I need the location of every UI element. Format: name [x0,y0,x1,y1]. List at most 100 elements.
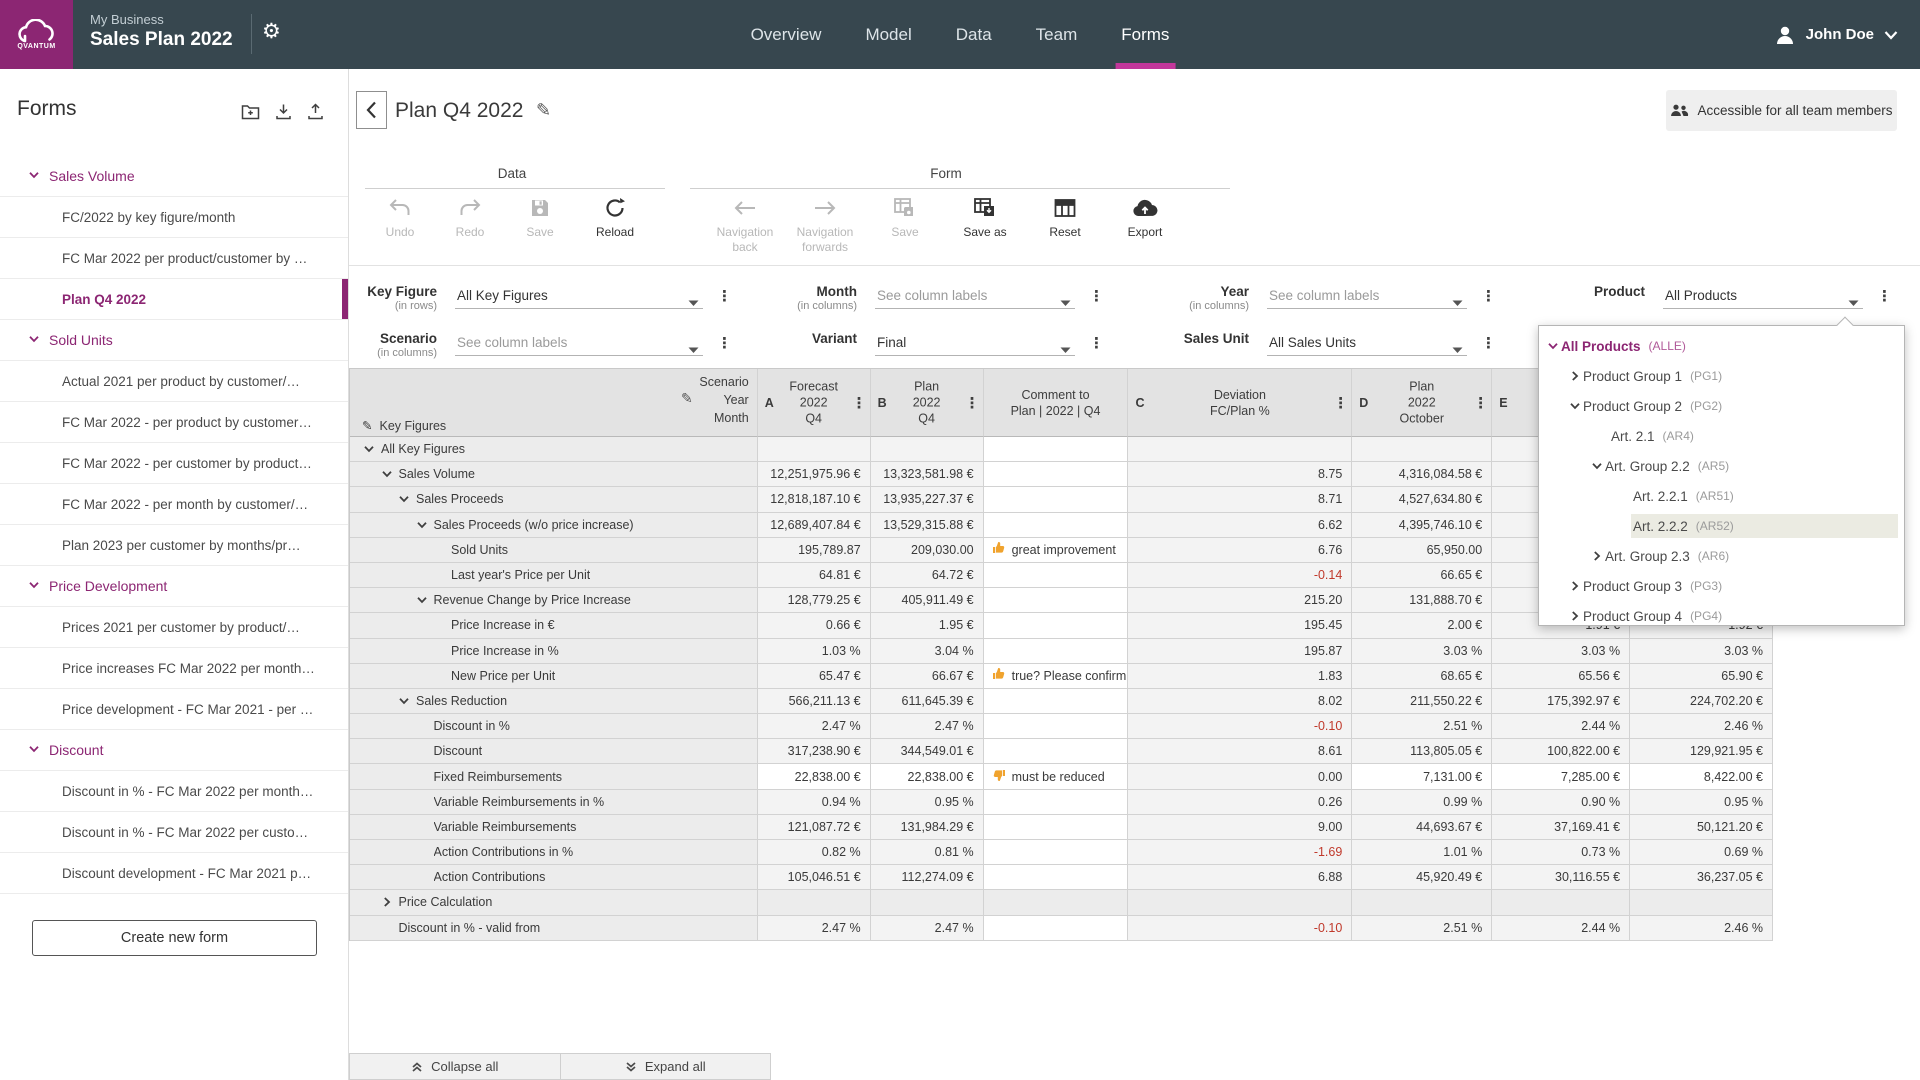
tab-forms[interactable]: Forms [1121,0,1169,69]
cell-comment[interactable] [984,815,1129,840]
product-tree-item-product-group-1[interactable]: Product Group 1(PG1) [1539,361,1904,391]
qvantum-logo[interactable]: QVANTUM [0,0,73,69]
row-header[interactable]: Sales Reduction [350,689,758,714]
row-header[interactable]: Price Increase in € [350,613,758,638]
edit-columns-pencil-icon[interactable]: ✎ [681,391,693,407]
sidebar-item-plan-q4-2022[interactable]: Plan Q4 2022 [0,279,348,320]
sidebar-item-fc-mar-2022-per-product-customer-by-[interactable]: FC Mar 2022 per product/customer by … [0,238,348,279]
row-header[interactable]: Revenue Change by Price Increase [350,588,758,613]
sidebar-group-price-development[interactable]: Price Development [0,566,348,607]
save-as-button[interactable]: Save as [947,195,1023,240]
filter-select-variant[interactable]: Final [875,330,1075,356]
product-tree-item-all-products[interactable]: All Products(ALLE) [1539,331,1904,361]
filter-select-month[interactable]: See column labels [875,283,1075,309]
cell-comment[interactable] [984,462,1129,487]
product-tree-item-art-group-2-3[interactable]: Art. Group 2.3(AR6) [1539,541,1904,571]
edit-rows-pencil-icon[interactable]: ✎ [362,418,372,433]
row-header[interactable]: All Key Figures [350,437,758,462]
row-header[interactable]: Action Contributions [350,865,758,890]
cell-comment[interactable] [984,790,1129,815]
product-tree-item-product-group-4[interactable]: Product Group 4(PG4) [1539,601,1904,631]
row-header[interactable]: Price Increase in % [350,639,758,664]
row-header[interactable]: Action Contributions in % [350,840,758,865]
tree-chevron-right-icon[interactable] [1569,580,1581,592]
column-header-A[interactable]: AForecast2022Q4⋮ [758,369,871,437]
row-header[interactable]: Variable Reimbursements [350,815,758,840]
tab-data[interactable]: Data [956,0,992,69]
tree-chevron-right-icon[interactable] [1569,610,1581,622]
row-chevron-down-icon[interactable] [363,443,375,455]
row-header[interactable]: Discount [350,739,758,764]
collapse-all-button[interactable]: Collapse all [349,1053,561,1080]
cell-comment[interactable] [984,613,1129,638]
product-tree-item-product-group-2[interactable]: Product Group 2(PG2) [1539,391,1904,421]
cell-comment[interactable] [984,739,1129,764]
cell-plan-november[interactable]: 7,285.00 € [1492,764,1630,789]
sidebar-item-fc-mar-2022-per-product-by-customer-[interactable]: FC Mar 2022 - per product by customer… [0,402,348,443]
tab-overview[interactable]: Overview [751,0,822,69]
column-kebab-icon[interactable]: ⋮ [1333,394,1348,412]
cell-comment[interactable] [984,865,1129,890]
sidebar-group-sold-units[interactable]: Sold Units [0,320,348,361]
filter-kebab-icon-year[interactable]: ⋮ [1481,287,1496,305]
product-tree-item-product-group-3[interactable]: Product Group 3(PG3) [1539,571,1904,601]
expand-all-button[interactable]: Expand all [561,1053,772,1080]
sidebar-item-actual-2021-per-product-by-customer-[interactable]: Actual 2021 per product by customer/… [0,361,348,402]
sidebar-item-discount-in-fc-mar-2022-per-custo-[interactable]: Discount in % - FC Mar 2022 per custo… [0,812,348,853]
settings-gear-icon[interactable]: ⚙ [262,21,281,42]
row-header[interactable]: Last year's Price per Unit [350,563,758,588]
cell-comment[interactable] [984,714,1129,739]
filter-kebab-icon-product[interactable]: ⋮ [1877,287,1892,305]
row-header[interactable]: Sales Volume [350,462,758,487]
sidebar-group-sales-volume[interactable]: Sales Volume [0,156,348,197]
filter-kebab-icon-variant[interactable]: ⋮ [1089,334,1104,352]
share-access-button[interactable]: Accessible for all team members [1666,90,1897,131]
filter-select-sales-unit[interactable]: All Sales Units [1267,330,1467,356]
user-menu[interactable]: John Doe [1774,0,1898,69]
column-header-D[interactable]: DPlan2022October⋮ [1352,369,1492,437]
tree-chevron-down-icon[interactable] [1547,340,1559,352]
filter-kebab-icon-month[interactable]: ⋮ [1089,287,1104,305]
product-tree-item-art-2-2-1[interactable]: Art. 2.2.1(AR51) [1539,481,1904,511]
row-chevron-down-icon[interactable] [416,594,428,606]
cell-plan-december[interactable]: 8,422.00 € [1630,764,1773,789]
filter-select-product[interactable]: All Products [1663,283,1863,309]
column-header-C[interactable]: CDeviationFC/Plan %⋮ [1128,369,1352,437]
row-header[interactable]: New Price per Unit [350,664,758,689]
cell-comment[interactable] [984,588,1129,613]
filter-select-key-figure[interactable]: All Key Figures [455,283,703,309]
column-kebab-icon[interactable]: ⋮ [1473,394,1488,412]
tree-chevron-down-icon[interactable] [1591,460,1603,472]
download-forms-icon[interactable] [275,103,292,125]
row-header[interactable]: Variable Reimbursements in % [350,790,758,815]
sidebar-item-discount-in-fc-mar-2022-per-month-[interactable]: Discount in % - FC Mar 2022 per month… [0,771,348,812]
column-kebab-icon[interactable]: ⋮ [852,394,867,412]
cell-comment[interactable] [984,916,1129,941]
row-chevron-down-icon[interactable] [398,493,410,505]
create-new-form-button[interactable]: Create new form [32,920,317,956]
sidebar-item-fc-2022-by-key-figure-month[interactable]: FC/2022 by key figure/month [0,197,348,238]
cell-comment[interactable] [984,639,1129,664]
row-header[interactable]: Sales Proceeds (w/o price increase) [350,513,758,538]
export-button[interactable]: Export [1107,195,1183,240]
column-kebab-icon[interactable]: ⋮ [965,394,980,412]
sidebar-item-prices-2021-per-customer-by-product-[interactable]: Prices 2021 per customer by product/… [0,607,348,648]
filter-select-year[interactable]: See column labels [1267,283,1467,309]
filter-select-scenario[interactable]: See column labels [455,330,703,356]
sidebar-item-discount-development-fc-mar-2021-p-[interactable]: Discount development - FC Mar 2021 p… [0,853,348,894]
column-header-comment[interactable]: Comment toPlan | 2022 | Q4 [984,369,1129,437]
cell-comment[interactable] [984,437,1129,462]
cell-comment[interactable] [984,563,1129,588]
tree-chevron-down-icon[interactable] [1569,400,1581,412]
cell-comment[interactable]: great improvement [984,538,1129,563]
cell-plan-october[interactable]: 7,131.00 € [1352,764,1492,789]
row-chevron-down-icon[interactable] [416,519,428,531]
sidebar-item-plan-2023-per-customer-by-months-pr-[interactable]: Plan 2023 per customer by months/pr… [0,525,348,566]
sidebar-item-price-development-fc-mar-2021-per-[interactable]: Price development - FC Mar 2021 - per … [0,689,348,730]
filter-kebab-icon-sales-unit[interactable]: ⋮ [1481,334,1496,352]
cell-plan-q4[interactable]: 22,838.00 € [871,764,984,789]
reload-button[interactable]: Reload [577,195,653,240]
row-header[interactable]: Price Calculation [350,890,758,915]
tree-chevron-right-icon[interactable] [1569,370,1581,382]
sidebar-item-fc-mar-2022-per-month-by-customer-[interactable]: FC Mar 2022 - per month by customer/… [0,484,348,525]
